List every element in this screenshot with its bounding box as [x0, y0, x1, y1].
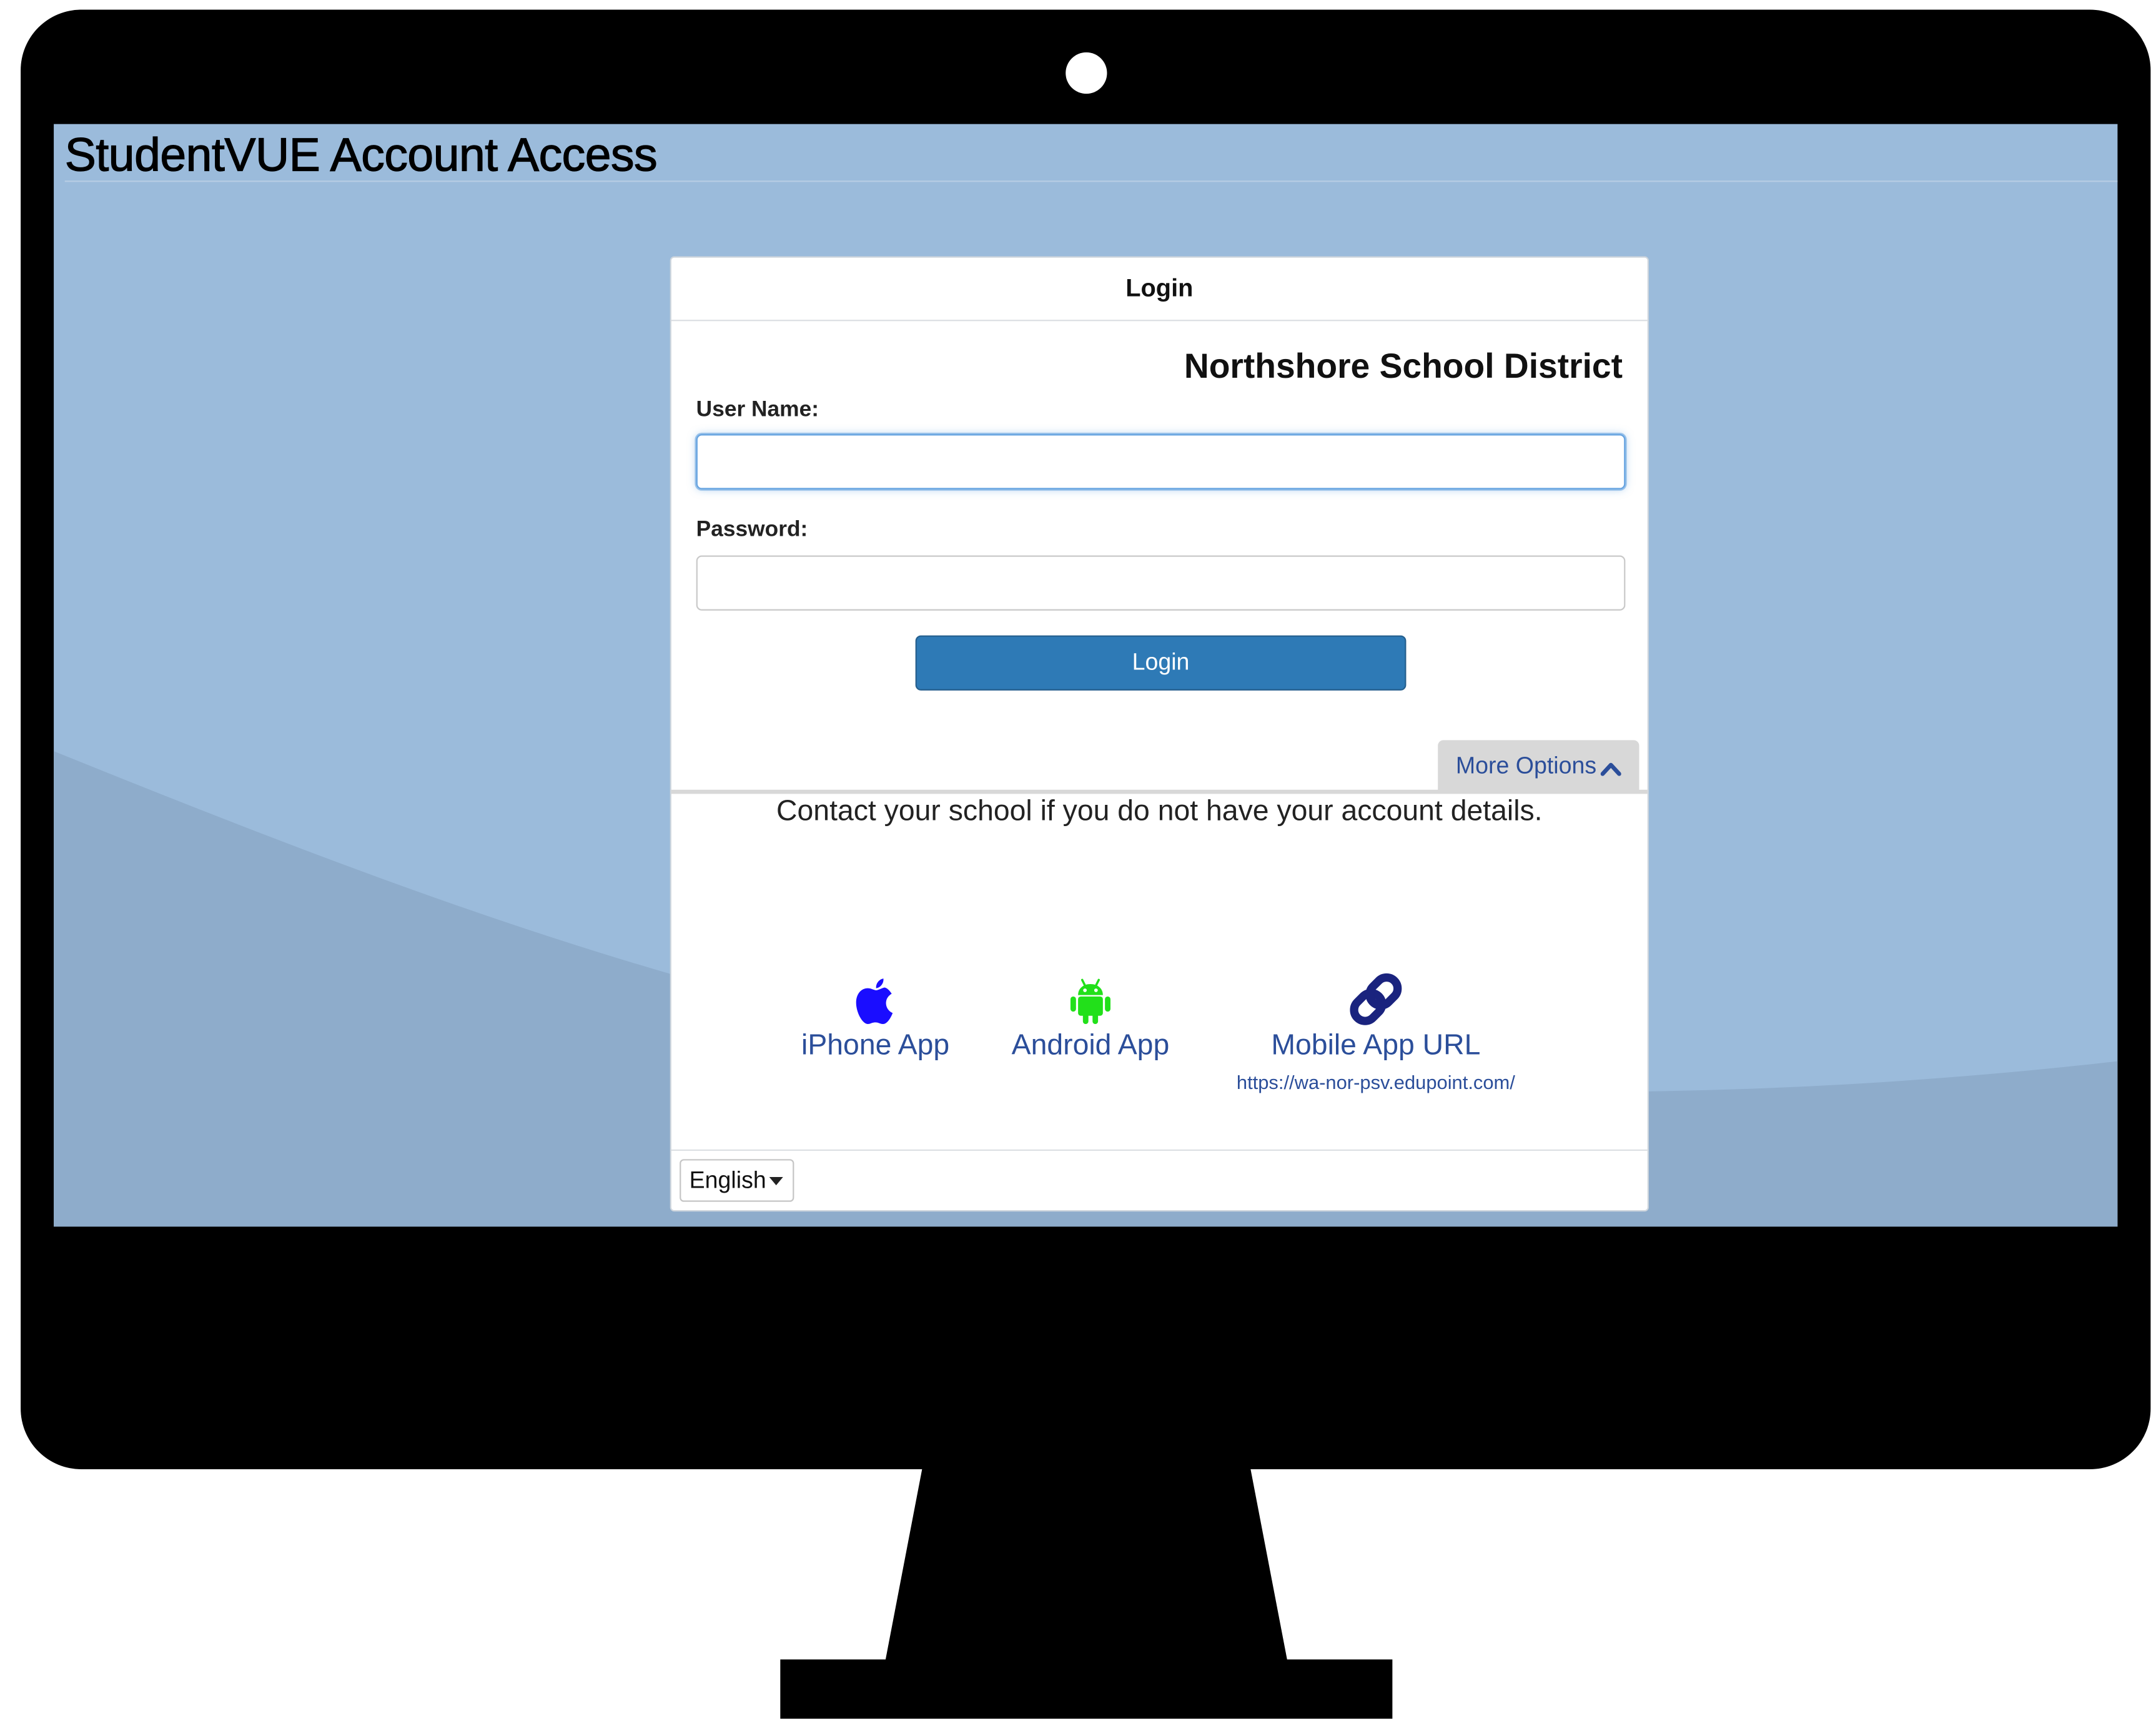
- android-icon: [1070, 978, 1110, 1025]
- footer-divider: [671, 1149, 1648, 1151]
- more-options-toggle[interactable]: More Options: [1438, 740, 1639, 791]
- chevron-up-icon: [1600, 762, 1621, 776]
- password-input[interactable]: [696, 555, 1626, 611]
- browser-screen: StudentVUE Account Access Login Northsho…: [54, 124, 2118, 1227]
- android-app-link[interactable]: Android App: [997, 977, 1184, 1063]
- link-icon: [1350, 973, 1402, 1025]
- android-app-label: Android App: [1011, 1029, 1170, 1061]
- options-divider: [671, 789, 1648, 794]
- language-select[interactable]: English: [680, 1159, 794, 1202]
- mobile-app-url-label: Mobile App URL: [1271, 1029, 1481, 1061]
- iphone-app-link[interactable]: iPhone App: [782, 977, 969, 1063]
- page-title: StudentVUE Account Access: [64, 129, 658, 182]
- webcam: [1066, 52, 1107, 94]
- apple-icon: [856, 978, 893, 1025]
- login-button[interactable]: Login: [915, 635, 1407, 691]
- login-button-label: Login: [1132, 649, 1190, 676]
- language-selected: English: [689, 1167, 766, 1194]
- password-label: Password:: [696, 518, 808, 542]
- contact-message: Contact your school if you do not have y…: [776, 795, 1543, 827]
- title-divider: [64, 180, 2118, 182]
- more-options-label: More Options: [1455, 752, 1597, 779]
- mobile-app-url-link[interactable]: Mobile App URL https://wa-nor-psv.edupoi…: [1217, 972, 1535, 1093]
- username-label: User Name:: [696, 398, 819, 422]
- district-name: Northshore School District: [1184, 347, 1623, 387]
- monitor-mockup: StudentVUE Account Access Login Northsho…: [0, 0, 2156, 1719]
- login-card: Login Northshore School District User Na…: [670, 256, 1649, 1212]
- mobile-app-url-address: https://wa-nor-psv.edupoint.com/: [1236, 1071, 1515, 1093]
- iphone-app-label: iPhone App: [801, 1029, 950, 1061]
- card-header: Login: [671, 258, 1648, 322]
- username-input[interactable]: [696, 434, 1626, 490]
- caret-down-icon: [769, 1177, 783, 1186]
